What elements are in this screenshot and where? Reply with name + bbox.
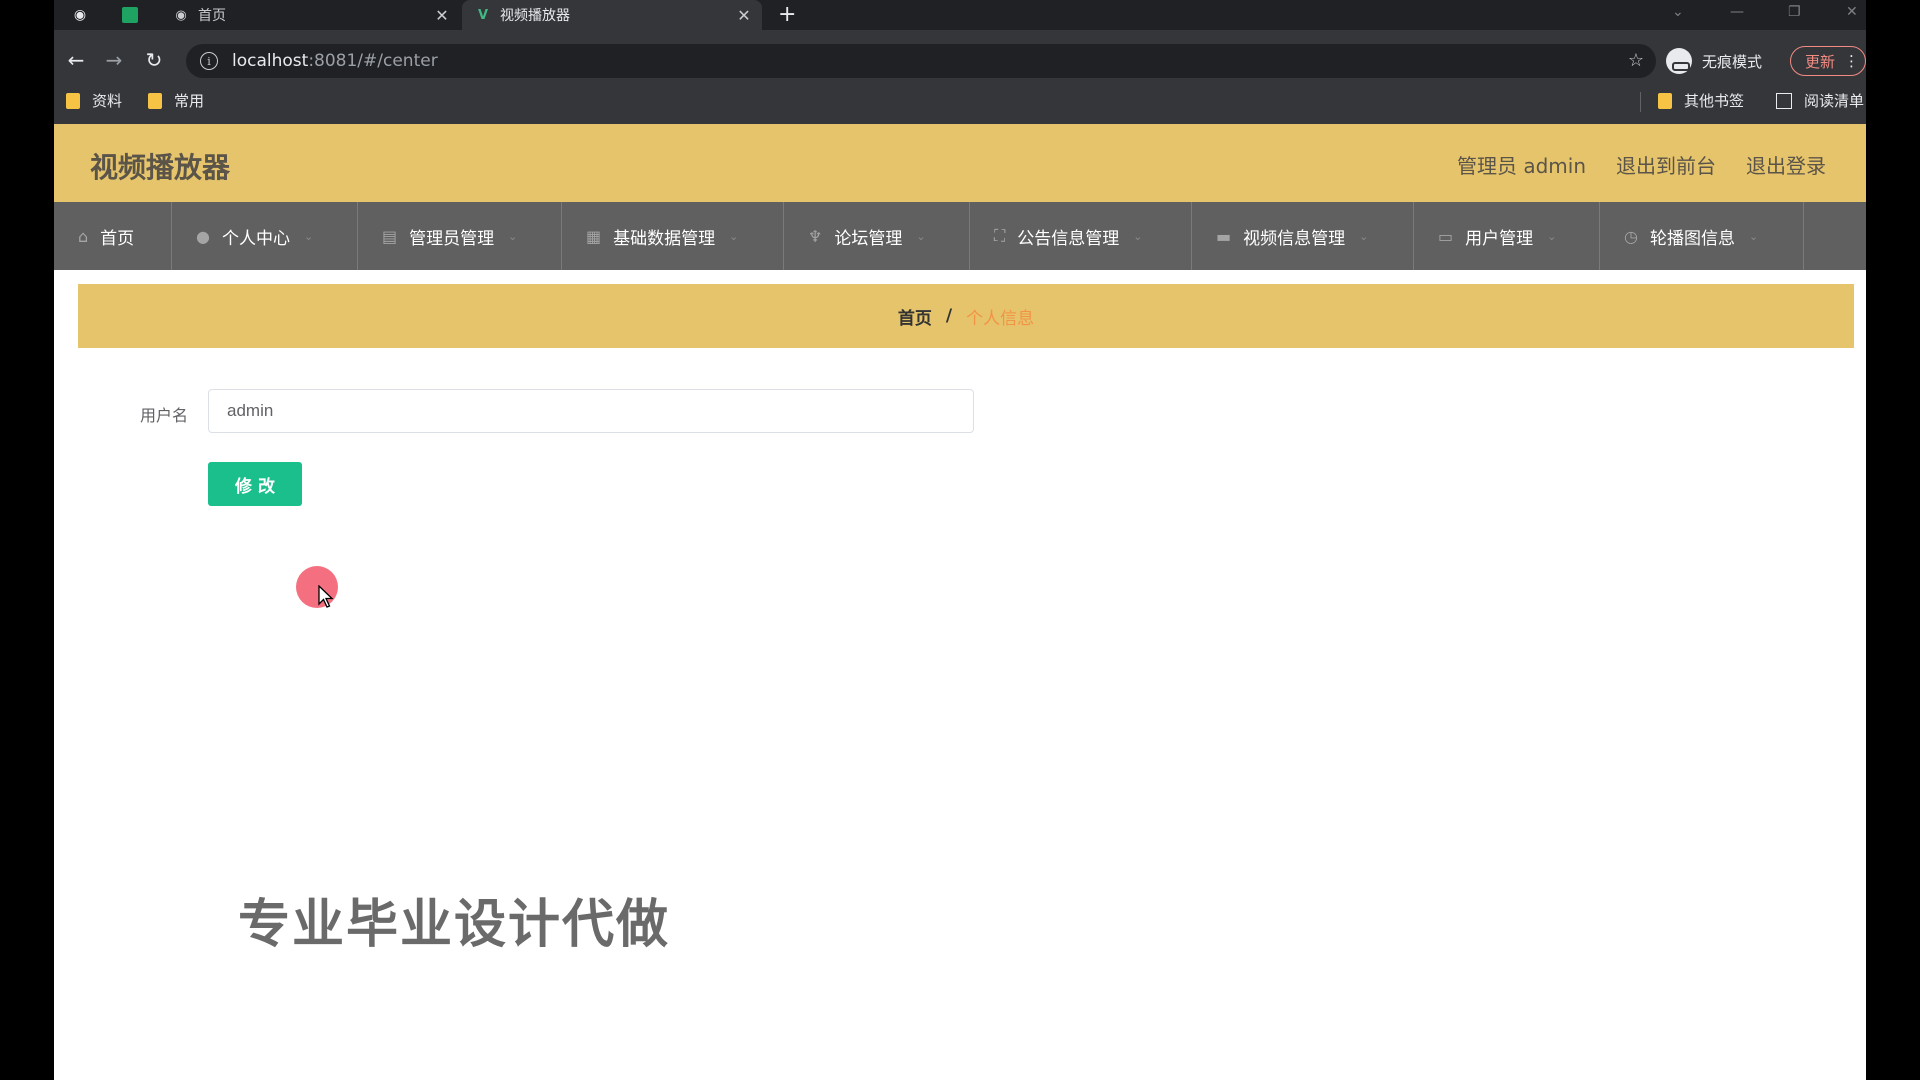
menu-item-home[interactable]: ⌂ 首页 (54, 202, 172, 270)
restore-icon[interactable]: ❐ (1788, 4, 1801, 20)
menu-item-users[interactable]: ▭ 用户管理 ⌄ (1414, 202, 1600, 270)
chevron-down-icon: ⌄ (1547, 229, 1557, 243)
minimize-icon[interactable]: — (1730, 4, 1744, 20)
logout-link[interactable]: 退出登录 (1746, 150, 1826, 179)
bookmark-star-icon[interactable]: ☆ (1628, 50, 1644, 71)
chevron-down-icon: ⌄ (508, 229, 518, 243)
grid-icon: ▦ (586, 226, 602, 246)
bookmark-label: 常用 (174, 92, 205, 110)
address-bar[interactable]: i localhost :8081/#/center ☆ (186, 44, 1656, 78)
chevron-down-icon: ⌄ (729, 229, 739, 243)
update-label: 更新 (1805, 52, 1836, 71)
menu-label: 论坛管理 (834, 228, 903, 249)
browser-chrome: ◉ ◉ 首页 ✕ V 视频播放器 ✕ + ⌄ — ❐ ✕ ← → ↻ i loc… (54, 0, 1866, 124)
app-header: 视频播放器 管理员 admin 退出到前台 退出登录 (54, 124, 1866, 202)
chevron-down-icon: ⌄ (916, 229, 926, 243)
close-icon[interactable]: ✕ (734, 6, 754, 25)
menu-item-announcements[interactable]: ⛶ 公告信息管理 ⌄ (970, 202, 1192, 270)
menu-item-videos[interactable]: ▬ 视频信息管理 ⌄ (1192, 202, 1414, 270)
chat-icon: ▬ (1216, 226, 1232, 246)
sheet-app-icon[interactable] (118, 5, 142, 25)
bookmark-label: 资料 (92, 92, 123, 110)
breadcrumb-home[interactable]: 首页 (898, 304, 932, 329)
folder-icon (148, 92, 162, 109)
breadcrumb-current: 个人信息 (966, 308, 1035, 329)
more-menu-icon[interactable]: ⋮ (1844, 52, 1859, 70)
reading-list-label: 阅读清单 (1804, 92, 1865, 110)
reading-list-icon (1776, 92, 1792, 109)
menu-label: 轮播图信息 (1649, 228, 1735, 249)
close-window-icon[interactable]: ✕ (1846, 4, 1858, 20)
username-input[interactable] (208, 389, 974, 433)
chevron-down-icon: ⌄ (303, 229, 314, 243)
new-tab-button[interactable]: + (778, 2, 796, 27)
header-links: 管理员 admin 退出到前台 退出登录 (1457, 150, 1826, 179)
tab-title: 首页 (198, 8, 226, 24)
frame-icon: ⛶ (994, 226, 1006, 245)
reading-list[interactable]: 阅读清单 (1776, 90, 1864, 111)
bookmark-divider (1640, 92, 1641, 112)
menu-label: 用户管理 (1465, 228, 1534, 249)
menu-item-base-data[interactable]: ▦ 基础数据管理 ⌄ (562, 202, 784, 270)
vue-icon: V (477, 7, 489, 23)
browser-toolbar: ← → ↻ i localhost :8081/#/center ☆ 无痕模式 … (54, 40, 1866, 80)
globe-icon[interactable]: ◉ (68, 5, 92, 25)
menu-label: 首页 (100, 228, 135, 249)
folder-icon (1658, 92, 1672, 109)
incognito-indicator[interactable]: 无痕模式 (1666, 48, 1762, 74)
menu-item-forum[interactable]: ♆ 论坛管理 ⌄ (784, 202, 970, 270)
back-to-frontend-link[interactable]: 退出到前台 (1616, 150, 1716, 179)
folder-icon: ▭ (1438, 226, 1454, 246)
menu-label: 视频信息管理 (1243, 228, 1346, 249)
bookmark-folder[interactable]: 常用 (148, 90, 204, 111)
document-icon: ▤ (382, 226, 398, 246)
menu-item-carousel[interactable]: ◷ 轮播图信息 ⌄ (1600, 202, 1804, 270)
profile-form: 用户名 修改 (78, 364, 1854, 564)
tab-search-icon[interactable]: ⌄ (1672, 4, 1684, 20)
close-icon[interactable]: ✕ (432, 6, 452, 25)
bookmark-folder[interactable]: 资料 (66, 90, 122, 111)
forward-icon[interactable]: → (102, 48, 126, 72)
clock-icon: ◷ (1624, 226, 1638, 246)
incognito-label: 无痕模式 (1702, 52, 1763, 71)
user-icon: ● (196, 226, 210, 246)
top-menu: ⌂ 首页 ● 个人中心 ⌄ ▤ 管理员管理 ⌄ ▦ 基础数据管理 ⌄ ♆ 论坛管… (54, 202, 1866, 270)
watermark-text: 专业毕业设计代做 (238, 895, 671, 955)
tab-title: 视频播放器 (500, 8, 570, 24)
mouse-cursor-icon (318, 585, 334, 608)
microphone-icon: ♆ (808, 226, 823, 246)
update-button[interactable]: 更新 ⋮ (1790, 46, 1866, 76)
folder-icon (66, 92, 80, 109)
globe-icon: ◉ (175, 7, 187, 23)
menu-label: 公告信息管理 (1017, 228, 1120, 249)
chevron-down-icon: ⌄ (1748, 229, 1759, 243)
tab-video-player[interactable]: V 视频播放器 ✕ (462, 0, 762, 30)
reload-icon[interactable]: ↻ (142, 48, 166, 72)
back-icon[interactable]: ← (64, 48, 88, 72)
breadcrumb-separator: / (945, 306, 953, 326)
edit-button[interactable]: 修改 (208, 462, 302, 506)
other-bookmarks-label: 其他书签 (1684, 92, 1745, 110)
incognito-icon (1666, 48, 1692, 74)
tab-strip: ◉ ◉ 首页 ✕ V 视频播放器 ✕ + ⌄ — ❐ ✕ (54, 0, 1866, 30)
home-icon: ⌂ (78, 226, 89, 246)
chevron-down-icon: ⌄ (1359, 229, 1369, 243)
breadcrumb: 首页 / 个人信息 (78, 284, 1854, 348)
menu-label: 基础数据管理 (613, 228, 716, 249)
username-label: 用户名 (140, 406, 189, 425)
menu-item-personal-center[interactable]: ● 个人中心 ⌄ (172, 202, 358, 270)
admin-user-label: 管理员 admin (1456, 154, 1586, 178)
bookmarks-bar: 资料 常用 其他书签 阅读清单 (54, 88, 1866, 114)
app-title: 视频播放器 (90, 151, 231, 184)
other-bookmarks[interactable]: 其他书签 (1658, 90, 1744, 111)
tab-home[interactable]: ◉ 首页 ✕ (160, 0, 460, 30)
url-path: :8081/#/center (308, 51, 438, 71)
url-host: localhost (232, 51, 309, 71)
chevron-down-icon: ⌄ (1133, 229, 1143, 243)
menu-label: 个人中心 (221, 228, 290, 249)
menu-label: 管理员管理 (409, 228, 495, 249)
site-info-icon[interactable]: i (200, 52, 218, 70)
menu-item-admin-management[interactable]: ▤ 管理员管理 ⌄ (358, 202, 562, 270)
